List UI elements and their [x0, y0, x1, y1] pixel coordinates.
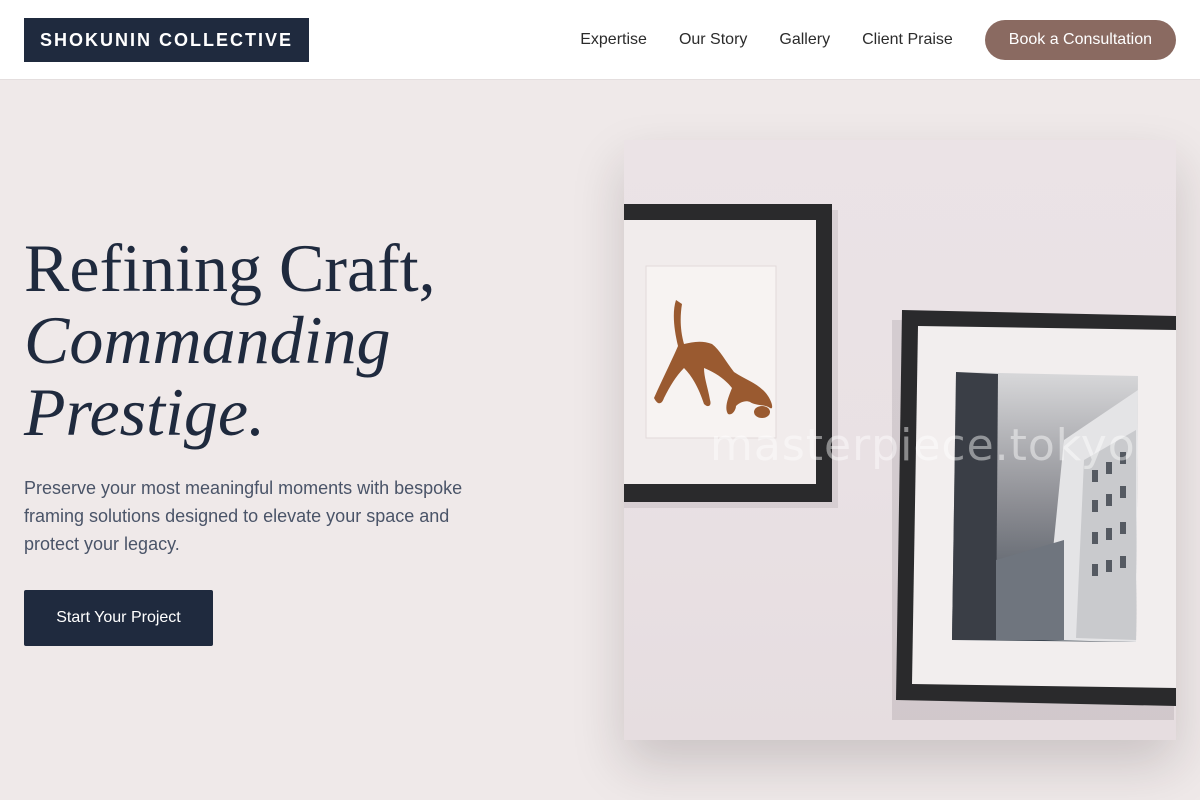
watermark: masterpiece.tokyo	[710, 420, 1136, 471]
hero-title-line-1: Refining Craft,	[24, 230, 436, 306]
site-header: SHOKUNIN COLLECTIVE Expertise Our Story …	[0, 0, 1200, 80]
main-nav: Expertise Our Story Gallery Client Prais…	[580, 20, 1176, 60]
logo[interactable]: SHOKUNIN COLLECTIVE	[24, 18, 310, 62]
hero-title-line-2: Commanding	[24, 302, 391, 378]
book-consultation-button[interactable]: Book a Consultation	[984, 20, 1176, 60]
nav-link-gallery[interactable]: Gallery	[779, 20, 830, 60]
nav-link-client-praise[interactable]: Client Praise	[862, 20, 953, 60]
hero-description: Preserve your most meaningful moments wi…	[24, 478, 463, 554]
hero-image: masterpiece.tokyo	[624, 140, 1176, 740]
hero-title: Refining Craft, Commanding Prestige.	[24, 232, 584, 448]
nav-link-our-story[interactable]: Our Story	[679, 20, 747, 60]
hero-title-line-3: Prestige.	[24, 374, 266, 450]
nav-link-expertise[interactable]: Expertise	[580, 20, 647, 60]
start-project-button[interactable]: Start Your Project	[24, 590, 213, 646]
